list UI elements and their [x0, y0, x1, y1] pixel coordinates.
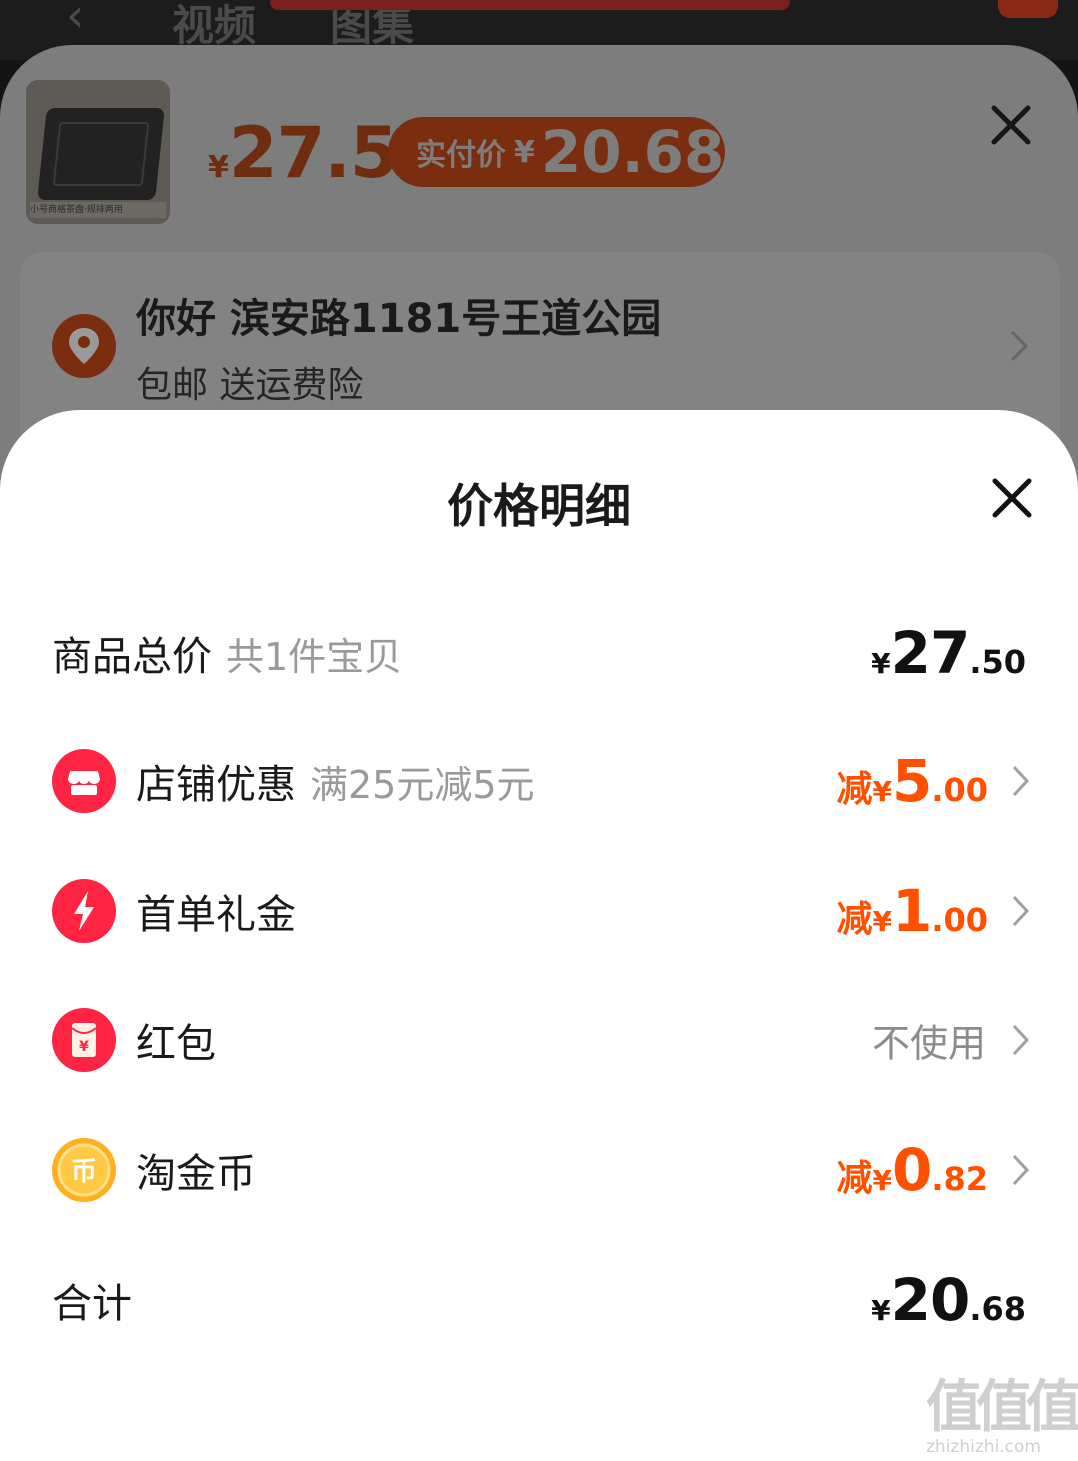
- currency-symbol: ¥: [872, 775, 892, 808]
- row-gold-coins[interactable]: 币 淘金币 减¥0.82: [0, 1120, 1078, 1220]
- minus-prefix: 减: [836, 769, 873, 810]
- shipping-info: 包邮 送运费险: [136, 365, 364, 406]
- gold-coin-icon: 币: [52, 1138, 116, 1202]
- address-line: 你好 滨安路1181号王道公园: [136, 296, 662, 342]
- shop-discount-amount: 减¥5.00: [836, 747, 988, 815]
- row-sublabel: 共1件宝贝: [226, 635, 403, 679]
- currency-symbol: ¥: [872, 905, 892, 938]
- actual-price-label: 实付价: [416, 138, 506, 173]
- background-badge: [998, 0, 1058, 18]
- currency-symbol: ¥: [208, 150, 229, 185]
- amount-decimal: .68: [969, 1290, 1026, 1328]
- background-banner: [270, 0, 790, 10]
- sku-price-value: 27.5: [228, 112, 399, 194]
- minus-prefix: 减: [836, 1158, 873, 1199]
- actual-price-value: 20.68: [540, 118, 725, 186]
- amount-integer: 5: [891, 747, 932, 815]
- chevron-right-icon: [1010, 330, 1029, 362]
- not-used-value: 不使用: [871, 1021, 986, 1066]
- currency-symbol: ¥: [514, 134, 535, 170]
- amount-integer: 1: [891, 877, 932, 945]
- amount-decimal: .00: [931, 771, 988, 809]
- chevron-right-icon: [1012, 1154, 1030, 1186]
- total-amount: ¥20.68: [871, 1266, 1026, 1334]
- row-label: 淘金币: [136, 1151, 256, 1197]
- amount-decimal: .82: [931, 1160, 988, 1198]
- location-pin-icon: [52, 314, 116, 378]
- gold-coin-amount: 减¥0.82: [836, 1136, 988, 1204]
- watermark-url: zhizhizhi.com: [926, 1437, 1041, 1457]
- row-first-order-gift[interactable]: 首单礼金 减¥1.00: [0, 861, 1078, 961]
- svg-text:币: 币: [71, 1157, 97, 1187]
- red-envelope-icon: ¥: [52, 1008, 116, 1072]
- chevron-right-icon: [1012, 765, 1030, 797]
- tea-tray-image: [37, 108, 165, 200]
- shop-icon: [52, 749, 116, 813]
- row-goods-total: 商品总价 共1件宝贝 ¥27.50: [0, 603, 1078, 703]
- amount-decimal: .50: [969, 643, 1026, 681]
- row-total: 合计 ¥20.68: [0, 1250, 1078, 1350]
- amount-integer: 0: [891, 1136, 932, 1204]
- close-icon[interactable]: [988, 102, 1034, 148]
- svg-text:¥: ¥: [79, 1039, 89, 1055]
- sheet-title: 价格明细: [447, 479, 631, 533]
- goods-total-amount: ¥27.50: [871, 619, 1026, 687]
- row-red-envelope[interactable]: ¥ 红包 不使用: [0, 990, 1078, 1090]
- amount-decimal: .00: [931, 901, 988, 939]
- currency-symbol: ¥: [872, 1164, 892, 1197]
- watermark: 值值值 zhizhizhi.com: [926, 1375, 1078, 1458]
- row-label: 合计: [52, 1281, 132, 1327]
- row-shop-discount[interactable]: 店铺优惠 满25元减5元 减¥5.00: [0, 731, 1078, 831]
- row-label: 红包: [136, 1021, 216, 1067]
- first-order-amount: 减¥1.00: [836, 877, 988, 945]
- currency-symbol: ¥: [871, 647, 891, 680]
- amount-integer: 27: [890, 619, 971, 687]
- row-label: 商品总价: [52, 634, 212, 680]
- chevron-right-icon: [1012, 1024, 1030, 1056]
- minus-prefix: 减: [836, 899, 873, 940]
- close-icon[interactable]: [990, 476, 1034, 520]
- back-icon: ‹: [66, 0, 85, 42]
- amount-integer: 20: [890, 1266, 971, 1334]
- lightning-icon: [52, 879, 116, 943]
- sku-price: ¥27.5: [208, 112, 399, 194]
- row-label: 首单礼金: [136, 892, 296, 938]
- currency-symbol: ¥: [871, 1294, 891, 1327]
- watermark-mark: 值值值: [926, 1375, 1078, 1440]
- row-label: 店铺优惠: [136, 762, 296, 808]
- actual-price-badge: 实付价 ¥ 20.68: [388, 117, 725, 187]
- row-sublabel: 满25元减5元: [310, 763, 535, 807]
- product-thumbnail: 小号商格茶盘·规排两用: [26, 80, 170, 224]
- thumbnail-caption: 小号商格茶盘·规排两用: [30, 202, 166, 218]
- chevron-right-icon: [1012, 895, 1030, 927]
